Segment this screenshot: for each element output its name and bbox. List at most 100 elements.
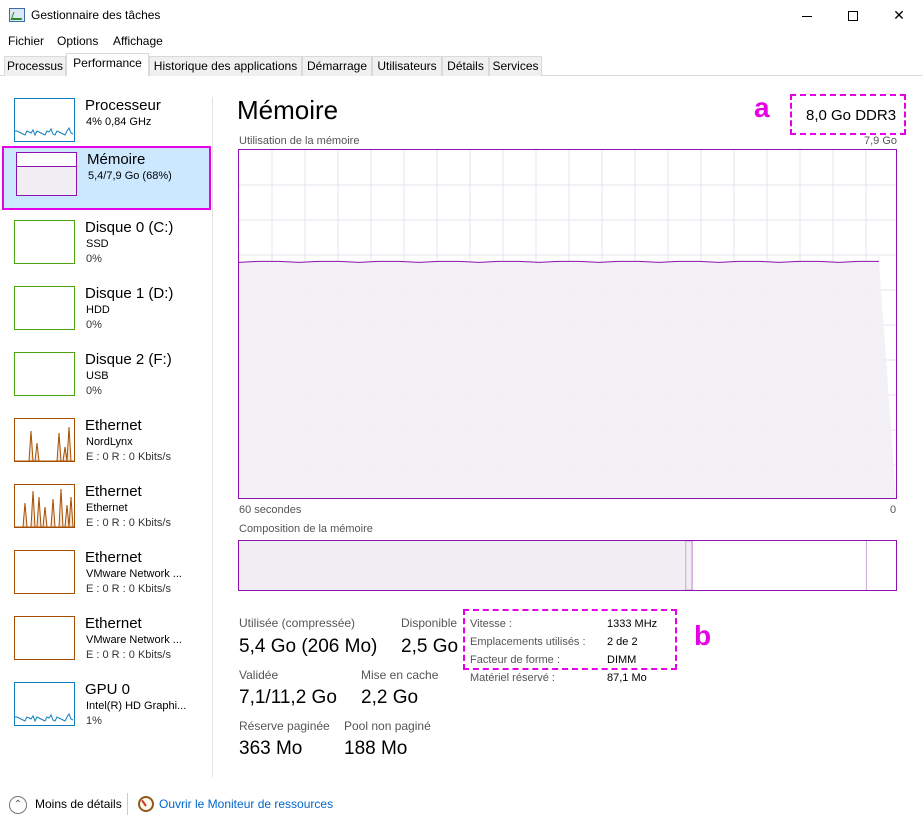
minimize-button[interactable] — [784, 0, 830, 31]
sidebar-thumbnail — [14, 418, 75, 462]
sidebar-item-subtitle: NordLynx — [86, 436, 133, 448]
memory-composition-chart — [239, 540, 867, 591]
paged-pool-label: Réserve paginée — [239, 719, 330, 733]
tab-historique[interactable]: Historique des applications — [149, 56, 302, 76]
sidebar-item-3[interactable]: Disque 1 (D:) HDD 0% — [2, 282, 211, 346]
paged-pool-value: 363 Mo — [239, 738, 303, 759]
memory-composition-bar — [238, 540, 897, 591]
close-button[interactable]: ✕ — [876, 0, 922, 31]
sidebar-item-1[interactable]: Mémoire 5,4/7,9 Go (68%) — [2, 146, 211, 210]
speed-value: 1333 MHz — [607, 618, 658, 630]
available-value: 2,5 Go — [401, 636, 459, 657]
sidebar-thumbnail — [14, 352, 75, 396]
sidebar-thumbnail — [14, 616, 75, 660]
sidebar-item-7[interactable]: Ethernet VMware Network ... E : 0 R : 0 Kb… — [2, 546, 211, 610]
slots-value: 2 de 2 — [607, 636, 638, 648]
cached-value: 2,2 Go — [361, 687, 419, 708]
menu-options[interactable]: Options — [57, 34, 98, 48]
tab-performance[interactable]: Performance — [66, 53, 149, 77]
title-bar: Gestionnaire des tâches ✕ — [0, 0, 922, 31]
sidebar-item-detail: E : 0 R : 0 Kbits/s — [86, 451, 171, 463]
usage-graph-x-right: 0 — [890, 504, 897, 516]
sidebar-item-detail: 0% — [86, 385, 102, 397]
nonpaged-pool-value: 188 Mo — [344, 738, 408, 759]
tab-services[interactable]: Services — [489, 56, 542, 76]
chevron-up-icon[interactable]: ⌃ — [9, 796, 27, 814]
tab-bar: Processus Performance Historique des app… — [0, 52, 922, 77]
tab-utilisateurs[interactable]: Utilisateurs — [372, 56, 442, 76]
used-label: Utilisée (compressée) — [239, 616, 356, 630]
slots-label: Emplacements utilisés : — [470, 636, 586, 648]
task-manager-icon — [9, 8, 25, 22]
sidebar-item-name: Mémoire — [87, 151, 146, 168]
sidebar-item-subtitle: SSD — [86, 238, 109, 250]
committed-label: Validée — [239, 668, 279, 682]
memory-usage-graph — [238, 149, 897, 499]
maximize-button[interactable] — [830, 0, 876, 31]
sidebar-item-name: Ethernet — [85, 615, 142, 632]
nonpaged-pool-label: Pool non paginé — [344, 719, 431, 733]
sidebar-item-subtitle: 4% 0,84 GHz — [86, 116, 152, 128]
usage-graph-x-left: 60 secondes — [239, 504, 302, 516]
page-title: Mémoire — [237, 95, 339, 125]
tab-details[interactable]: Détails — [442, 56, 489, 76]
hardware-reserved-label: Matériel réservé : — [470, 672, 555, 684]
sidebar-item-detail: E : 0 R : 0 Kbits/s — [86, 583, 171, 595]
sidebar-item-subtitle: USB — [86, 370, 109, 382]
footer-separator — [127, 793, 128, 815]
resource-monitor-icon[interactable] — [138, 796, 154, 812]
tab-demarrage[interactable]: Démarrage — [302, 56, 372, 76]
sidebar-thumbnail — [14, 484, 75, 528]
available-label: Disponible — [401, 616, 458, 630]
annotation-b: b — [694, 620, 712, 651]
usage-graph-label: Utilisation de la mémoire — [239, 135, 360, 147]
sidebar-item-4[interactable]: Disque 2 (F:) USB 0% — [2, 348, 211, 412]
memory-usage-chart — [238, 150, 896, 498]
sidebar-item-2[interactable]: Disque 0 (C:) SSD 0% — [2, 216, 211, 280]
menu-bar: Fichier Options Affichage — [0, 31, 922, 51]
sidebar-item-subtitle: HDD — [86, 304, 110, 316]
sidebar-item-8[interactable]: Ethernet VMware Network ... E : 0 R : 0 Kb… — [2, 612, 211, 676]
sidebar-item-6[interactable]: Ethernet Ethernet E : 0 R : 0 Kbits/s — [2, 480, 211, 544]
sidebar-item-detail: 0% — [86, 253, 102, 265]
annotation-a: a — [754, 92, 770, 123]
sidebar-thumbnail — [14, 286, 75, 330]
panel-divider — [212, 97, 213, 777]
footer: ⌃ Moins de détails Ouvrir le Moniteur de… — [0, 780, 922, 830]
tab-processus[interactable]: Processus — [4, 56, 66, 76]
form-factor-value: DIMM — [607, 654, 637, 666]
usage-graph-max: 7,9 Go — [863, 135, 897, 147]
resource-sidebar: Processeur 4% 0,84 GHz Mémoire 5,4/7,9 Go (… — [0, 77, 213, 777]
sidebar-item-detail: E : 0 R : 0 Kbits/s — [86, 649, 171, 661]
sidebar-thumbnail — [14, 98, 75, 142]
sidebar-item-name: GPU 0 — [85, 681, 131, 698]
menu-fichier[interactable]: Fichier — [8, 34, 44, 48]
memory-spec: 8,0 Go DDR3 — [806, 107, 897, 124]
composition-in-use — [239, 541, 686, 590]
sidebar-item-detail: E : 0 R : 0 Kbits/s — [86, 517, 171, 529]
menu-affichage[interactable]: Affichage — [113, 34, 163, 48]
hardware-reserved-value: 87,1 Mo — [607, 672, 647, 684]
sidebar-thumbnail — [14, 550, 75, 594]
sidebar-item-name: Ethernet — [85, 417, 142, 434]
composition-label: Composition de la mémoire — [239, 523, 373, 535]
less-details-button[interactable]: Moins de détails — [35, 797, 122, 811]
sidebar-item-9[interactable]: GPU 0 Intel(R) HD Graphi... 1% — [2, 678, 211, 742]
sidebar-item-name: Disque 0 (C:) — [85, 219, 174, 236]
committed-value: 7,1/11,2 Go — [239, 687, 337, 708]
sidebar-item-5[interactable]: Ethernet NordLynx E : 0 R : 0 Kbits/s — [2, 414, 211, 478]
sidebar-item-subtitle: Ethernet — [86, 502, 128, 514]
open-resource-monitor-link[interactable]: Ouvrir le Moniteur de ressources — [159, 797, 333, 811]
used-value: 5,4 Go (206 Mo) — [239, 636, 378, 657]
cached-label: Mise en cache — [361, 668, 439, 682]
sidebar-item-subtitle: Intel(R) HD Graphi... — [86, 700, 187, 712]
composition-modified — [685, 540, 693, 591]
sidebar-item-subtitle: VMware Network ... — [86, 634, 182, 646]
sidebar-item-name: Processeur — [85, 97, 161, 114]
maximize-icon — [848, 11, 858, 22]
speed-label: Vitesse : — [470, 618, 512, 630]
composition-standby — [692, 541, 867, 590]
minimize-icon — [802, 15, 812, 17]
form-factor-label: Facteur de forme : — [470, 654, 560, 666]
sidebar-item-name: Disque 2 (F:) — [85, 351, 172, 368]
